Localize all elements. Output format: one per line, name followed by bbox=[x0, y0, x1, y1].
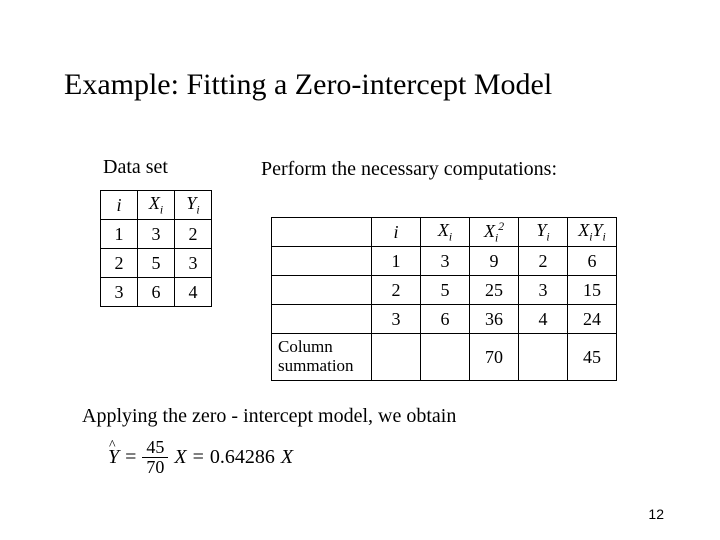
col-y: Yi bbox=[175, 191, 212, 220]
table-row: 2 5 3 bbox=[101, 249, 212, 278]
table-row: 3 6 36 4 24 bbox=[272, 305, 617, 334]
perform-label: Perform the necessary computations: bbox=[261, 156, 557, 182]
table-row: 3 6 4 bbox=[101, 278, 212, 307]
col-x: Xi bbox=[421, 218, 470, 247]
table-sum-row: Columnsummation 70 45 bbox=[272, 334, 617, 381]
page-number: 12 bbox=[648, 506, 664, 522]
data-set-table: i Xi Yi 1 3 2 2 5 3 3 6 4 bbox=[100, 190, 212, 307]
regression-equation: ^Y = 45 70 X = 0.64286 X bbox=[108, 438, 293, 477]
slide: Example: Fitting a Zero-intercept Model … bbox=[0, 0, 720, 540]
computation-table: i Xi Xi2 Yi XiYi 1 3 9 2 6 2 5 25 3 15 3… bbox=[271, 217, 617, 381]
table-row: 1 3 2 bbox=[101, 220, 212, 249]
col-blank bbox=[272, 218, 372, 247]
table-header-row: i Xi Xi2 Yi XiYi bbox=[272, 218, 617, 247]
y-hat-symbol: ^Y bbox=[108, 446, 119, 469]
data-set-label: Data set bbox=[103, 156, 168, 179]
table-header-row: i Xi Yi bbox=[101, 191, 212, 220]
col-y: Yi bbox=[519, 218, 568, 247]
slide-title: Example: Fitting a Zero-intercept Model bbox=[64, 68, 552, 102]
col-x: Xi bbox=[138, 191, 175, 220]
table-row: 1 3 9 2 6 bbox=[272, 247, 617, 276]
col-xy: XiYi bbox=[568, 218, 617, 247]
applying-line: Applying the zero - intercept model, we … bbox=[82, 405, 456, 428]
col-i: i bbox=[372, 218, 421, 247]
fraction: 45 70 bbox=[142, 438, 168, 477]
sum-x-squared: 70 bbox=[470, 334, 519, 381]
table-row: 2 5 25 3 15 bbox=[272, 276, 617, 305]
sum-xy: 45 bbox=[568, 334, 617, 381]
col-x-squared: Xi2 bbox=[470, 218, 519, 247]
col-i: i bbox=[101, 191, 138, 220]
sum-label: Columnsummation bbox=[272, 334, 372, 381]
